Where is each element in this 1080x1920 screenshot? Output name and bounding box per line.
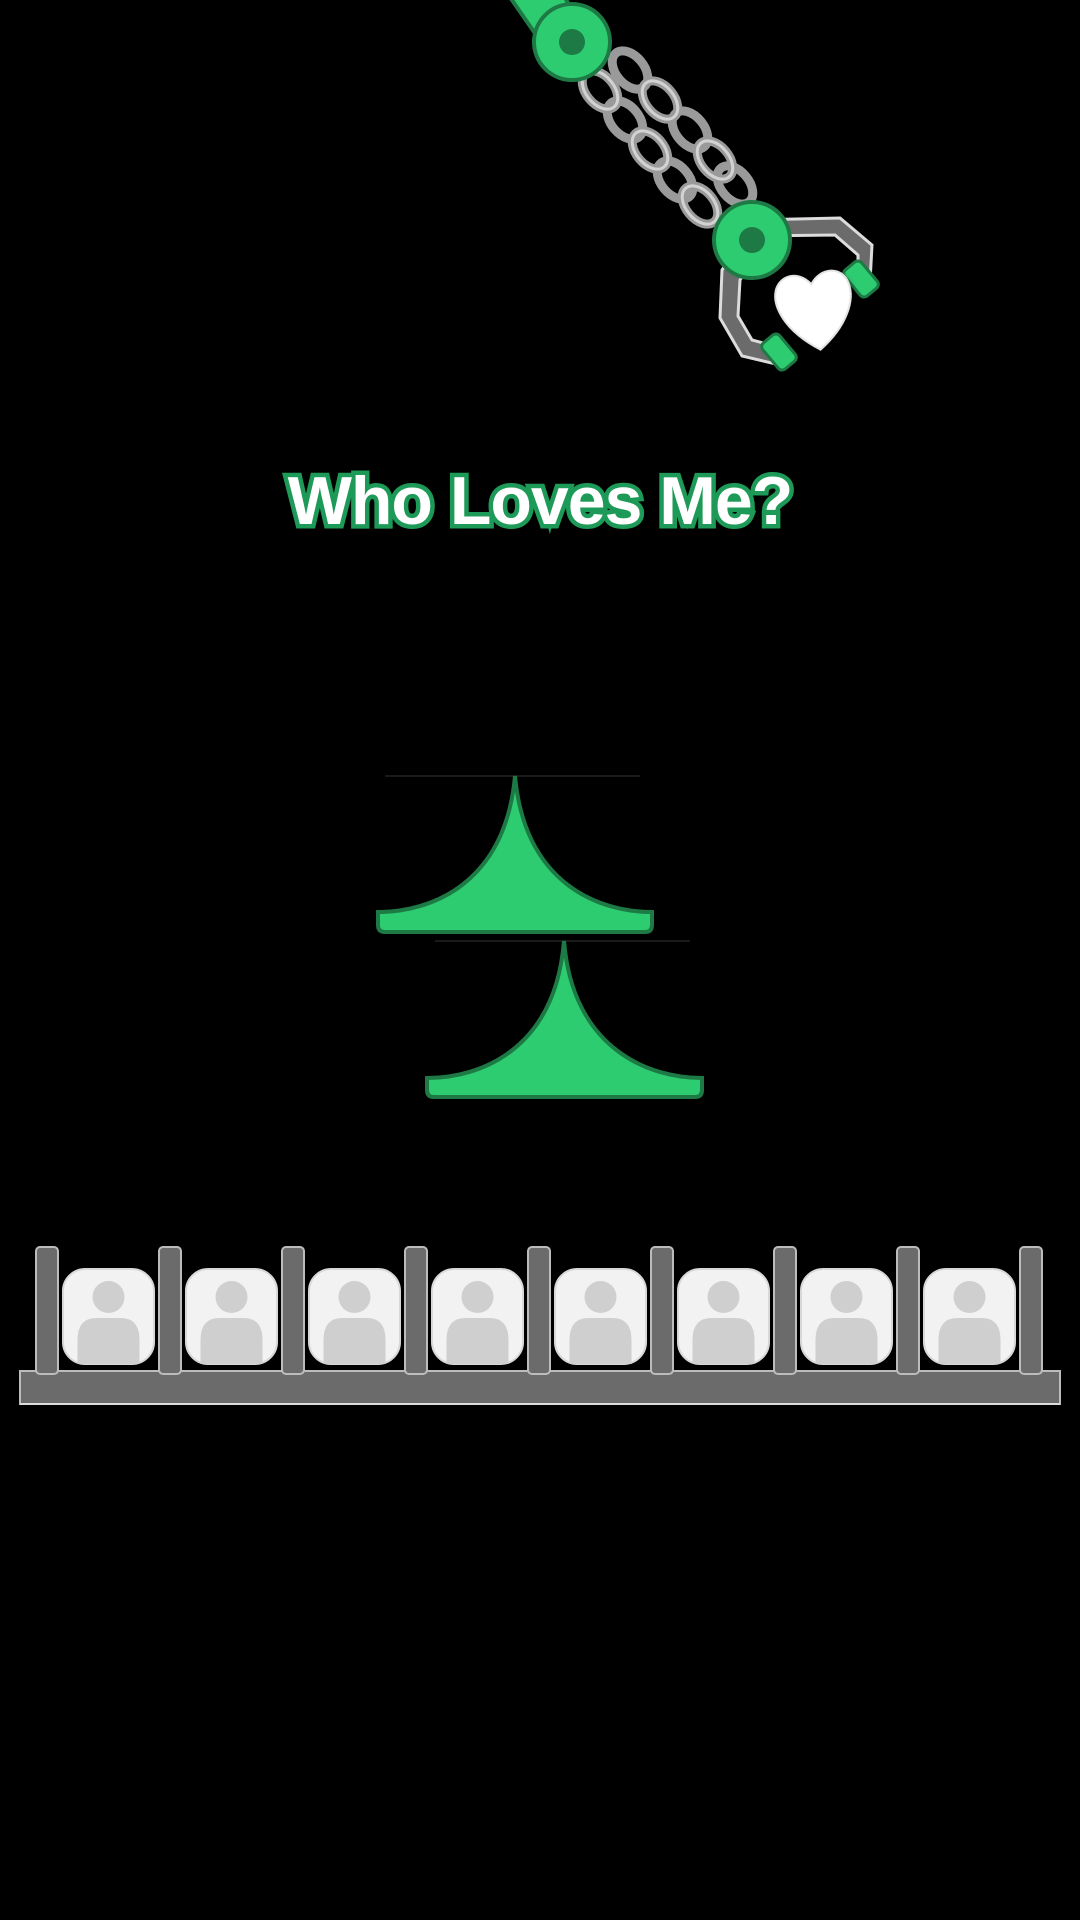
green-spike-bumper bbox=[376, 775, 654, 934]
avatar-slot[interactable] bbox=[185, 1268, 278, 1365]
rack-post bbox=[404, 1246, 428, 1375]
rack-post bbox=[1019, 1246, 1043, 1375]
avatar-slot[interactable] bbox=[308, 1268, 401, 1365]
rack-post bbox=[527, 1246, 551, 1375]
avatar-slot[interactable] bbox=[62, 1268, 155, 1365]
game-scene bbox=[19, 0, 1061, 1405]
rack-post bbox=[281, 1246, 305, 1375]
game-title: Who Loves Me? bbox=[283, 459, 798, 544]
chain-links bbox=[577, 46, 758, 229]
claw-arm bbox=[509, 0, 880, 372]
avatar-slot[interactable] bbox=[431, 1268, 524, 1365]
avatar-rack bbox=[19, 1246, 1061, 1405]
avatar-slot[interactable] bbox=[800, 1268, 893, 1365]
rack-post bbox=[896, 1246, 920, 1375]
rack-post bbox=[650, 1246, 674, 1375]
rack-base bbox=[19, 1370, 1061, 1405]
avatar-slot[interactable] bbox=[554, 1268, 647, 1365]
avatar-slot[interactable] bbox=[923, 1268, 1016, 1365]
claw-top-pivot bbox=[532, 2, 612, 82]
green-spike-bumper bbox=[425, 940, 704, 1099]
rack-post bbox=[158, 1246, 182, 1375]
rack-post bbox=[773, 1246, 797, 1375]
avatar-slot[interactable] bbox=[677, 1268, 770, 1365]
rack-post bbox=[35, 1246, 59, 1375]
